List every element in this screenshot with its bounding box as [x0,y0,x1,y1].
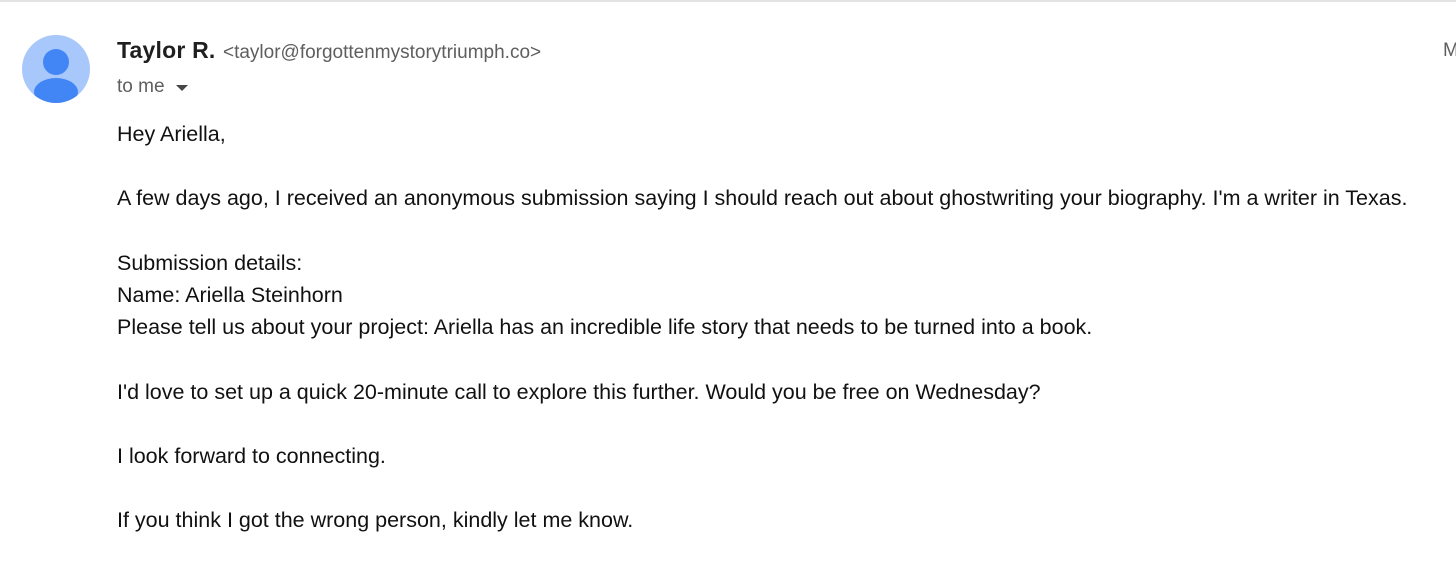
submission-project: Please tell us about your project: Ariel… [117,315,1093,340]
sender-line: Taylor R. <taylor@forgottenmystorytriump… [117,37,541,64]
greeting: Hey Ariella, [117,122,226,146]
body-paragraph: If you think I got the wrong person, kin… [117,508,634,533]
message-date: M [1443,40,1456,61]
sender-email: <taylor@forgottenmystorytriumph.co> [222,42,542,63]
body-paragraph: I look forward to connecting. [117,443,386,468]
top-divider [0,0,1456,2]
submission-details-header: Submission details: [117,250,303,275]
sender-avatar[interactable] [22,35,90,103]
message-body: Hey Ariella, A few days ago, I received … [117,118,1452,537]
sender-name[interactable]: Taylor R. [117,37,216,63]
body-paragraph: I'd love to set up a quick 20-minute cal… [117,379,1041,404]
body-paragraph: A few days ago, I received an anonymous … [117,186,1408,211]
default-person-avatar-icon [34,49,78,103]
caret-down-icon[interactable] [175,85,188,91]
recipient-label: to me [117,76,165,97]
recipient-details-toggle[interactable]: to me [117,75,188,99]
submission-name: Name: Ariella Steinhorn [117,282,343,307]
